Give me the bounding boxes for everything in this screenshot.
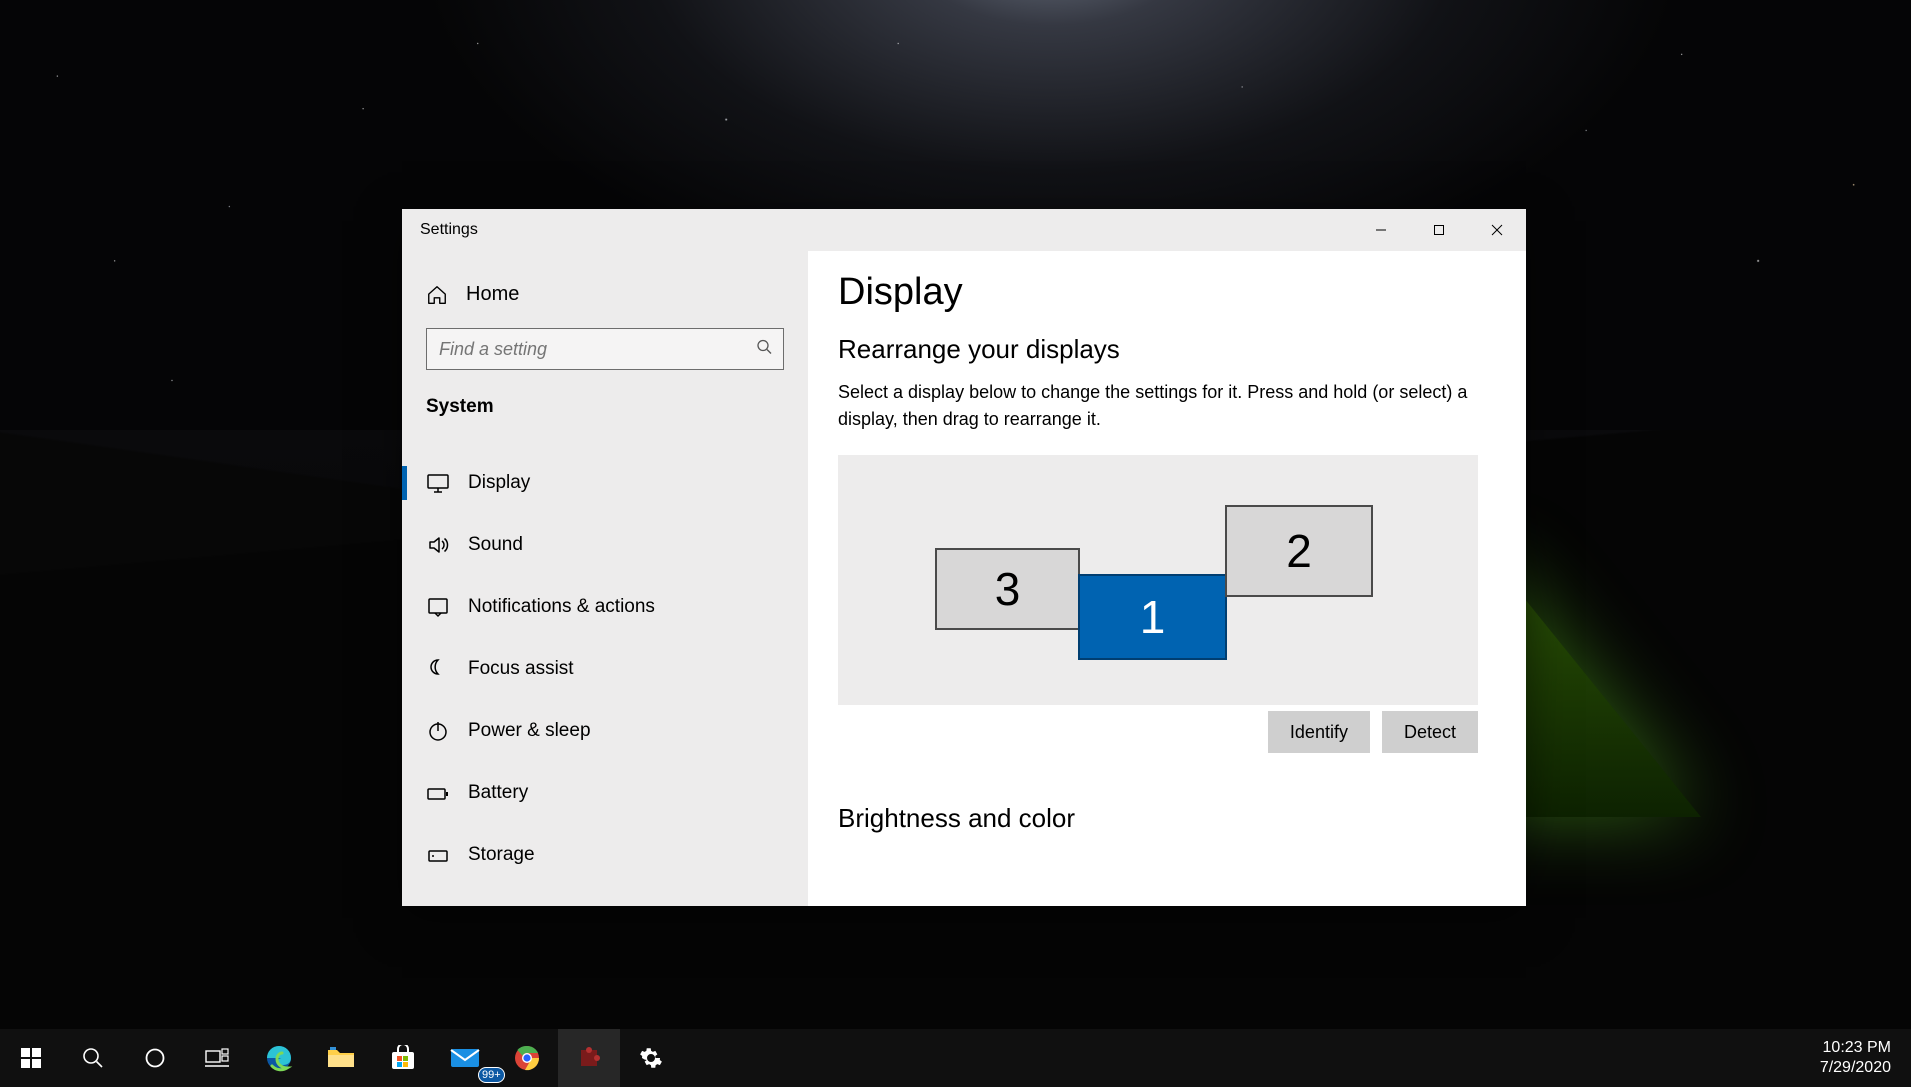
notifications-icon <box>426 595 450 619</box>
system-tray: 10:23 PM 7/29/2020 <box>1796 1038 1911 1078</box>
rearrange-description: Select a display below to change the set… <box>838 379 1496 433</box>
sidebar-item-sound[interactable]: Sound <box>402 514 808 576</box>
monitor-1[interactable]: 1 <box>1080 576 1225 658</box>
minimize-icon <box>1375 224 1387 236</box>
sidebar-item-storage[interactable]: Storage <box>402 824 808 886</box>
sidebar-section-title: System <box>402 384 808 430</box>
rearrange-heading: Rearrange your displays <box>838 334 1496 365</box>
mail-icon <box>450 1046 480 1070</box>
cortana-button[interactable] <box>124 1029 186 1087</box>
taskbar-app-mail[interactable]: 99+ <box>434 1029 496 1087</box>
search-icon <box>756 339 772 360</box>
sidebar-item-focus-assist[interactable]: Focus assist <box>402 638 808 700</box>
identify-button[interactable]: Identify <box>1268 711 1370 753</box>
start-button[interactable] <box>0 1029 62 1087</box>
close-icon <box>1491 224 1503 236</box>
clock-time: 10:23 PM <box>1820 1038 1891 1058</box>
storage-icon <box>426 843 450 867</box>
page-heading: Display <box>838 271 1496 314</box>
sound-icon <box>426 533 450 557</box>
taskbar-app-active[interactable] <box>558 1029 620 1087</box>
chrome-icon <box>514 1045 540 1071</box>
windows-logo-icon <box>21 1048 41 1068</box>
task-view-icon <box>205 1048 229 1068</box>
window-maximize-button[interactable] <box>1410 209 1468 251</box>
settings-sidebar: Home System Display Sound Notifications & … <box>402 251 808 906</box>
search-icon <box>82 1047 104 1069</box>
sidebar-item-label: Power & sleep <box>468 720 591 742</box>
taskbar: 99+ 10:23 PM 7/29/2020 <box>0 1029 1911 1087</box>
window-close-button[interactable] <box>1468 209 1526 251</box>
focus-icon <box>426 657 450 681</box>
sidebar-item-label: Notifications & actions <box>468 596 655 618</box>
taskbar-app-edge[interactable] <box>248 1029 310 1087</box>
window-titlebar[interactable]: Settings <box>402 209 1526 251</box>
sidebar-item-label: Battery <box>468 782 528 804</box>
taskbar-app-chrome[interactable] <box>496 1029 558 1087</box>
sidebar-item-label: Storage <box>468 844 535 866</box>
clock-date: 7/29/2020 <box>1820 1058 1891 1078</box>
store-icon <box>390 1045 416 1071</box>
maximize-icon <box>1433 224 1445 236</box>
power-icon <box>426 719 450 743</box>
search-field-wrapper <box>426 328 784 370</box>
folder-icon <box>327 1046 355 1070</box>
battery-icon <box>426 781 450 805</box>
taskbar-app-settings[interactable] <box>620 1029 682 1087</box>
edge-icon <box>265 1044 293 1072</box>
window-minimize-button[interactable] <box>1352 209 1410 251</box>
main-pane: Display Rearrange your displays Select a… <box>808 251 1526 906</box>
brightness-heading: Brightness and color <box>838 803 1496 834</box>
sidebar-item-label: Focus assist <box>468 658 574 680</box>
taskbar-app-explorer[interactable] <box>310 1029 372 1087</box>
window-title: Settings <box>420 221 478 239</box>
sidebar-item-display[interactable]: Display <box>402 452 808 514</box>
home-icon <box>426 284 448 306</box>
home-label: Home <box>466 283 519 306</box>
cortana-icon <box>144 1047 166 1069</box>
detect-button[interactable]: Detect <box>1382 711 1478 753</box>
taskbar-search-button[interactable] <box>62 1029 124 1087</box>
sidebar-home[interactable]: Home <box>402 275 808 314</box>
monitor-3[interactable]: 3 <box>935 548 1080 630</box>
display-icon <box>426 471 450 495</box>
mail-badge: 99+ <box>478 1067 505 1083</box>
taskbar-app-store[interactable] <box>372 1029 434 1087</box>
sidebar-item-battery[interactable]: Battery <box>402 762 808 824</box>
puzzle-icon <box>578 1047 600 1069</box>
sidebar-item-power-sleep[interactable]: Power & sleep <box>402 700 808 762</box>
search-input[interactable] <box>426 328 784 370</box>
sidebar-item-label: Sound <box>468 534 523 556</box>
gear-icon <box>639 1046 663 1070</box>
sidebar-item-notifications-actions[interactable]: Notifications & actions <box>402 576 808 638</box>
taskbar-clock[interactable]: 10:23 PM 7/29/2020 <box>1814 1038 1897 1078</box>
settings-window: Settings Home <box>402 209 1526 906</box>
monitor-2[interactable]: 2 <box>1225 505 1373 597</box>
sidebar-item-label: Display <box>468 472 530 494</box>
task-view-button[interactable] <box>186 1029 248 1087</box>
display-arrange-area[interactable]: 312 <box>838 455 1478 705</box>
